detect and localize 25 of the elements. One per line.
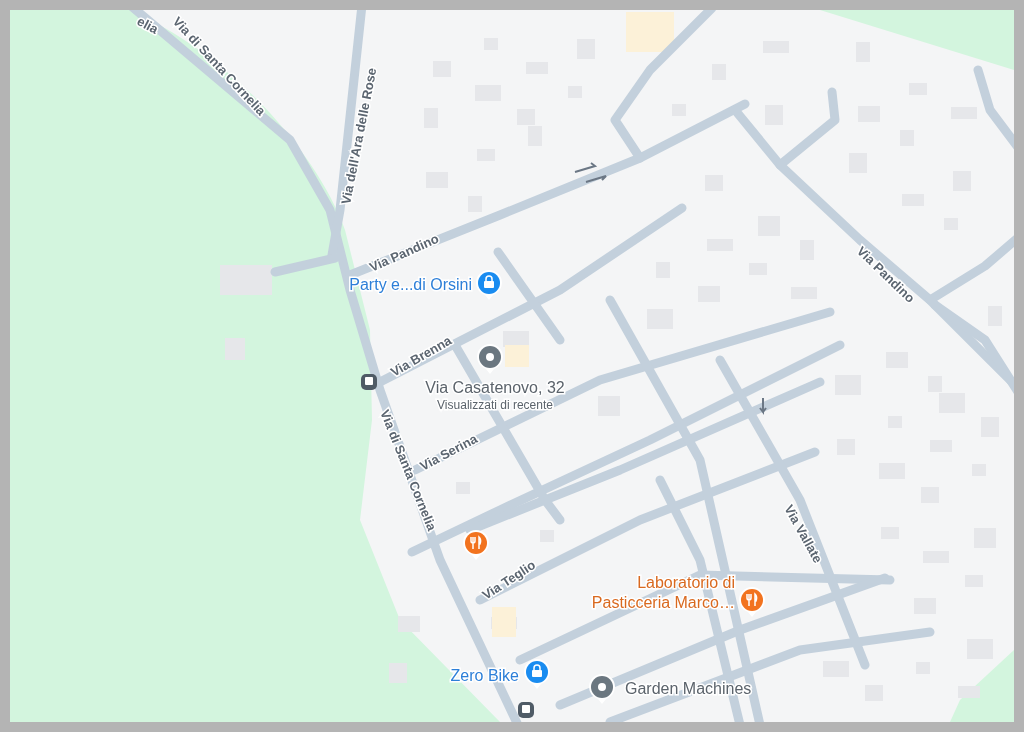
place-name[interactable]: Party e...di Orsini: [349, 276, 472, 293]
fork-knife-pin-icon[interactable]: [739, 587, 765, 617]
place-name[interactable]: Garden Machines: [625, 680, 752, 697]
location-pin-icon[interactable]: [477, 344, 503, 374]
shopping-bag-pin-icon[interactable]: [476, 270, 502, 300]
location-pin-icon[interactable]: [589, 674, 615, 704]
one-way-arrow-icon: [574, 162, 607, 183]
building: [398, 616, 420, 632]
bus-stop-icon[interactable]: [361, 374, 377, 390]
park-area: [950, 650, 1014, 722]
shopping-bag-pin-icon[interactable]: [524, 659, 550, 689]
place-note: Visualizzati di recente: [437, 398, 553, 412]
place-name[interactable]: Zero Bike: [450, 667, 519, 684]
building: [626, 12, 674, 52]
building: [505, 345, 529, 367]
place-name[interactable]: Laboratorio di Pasticceria Marco…: [591, 574, 735, 611]
bus-stop-icon[interactable]: [518, 702, 534, 718]
one-way-arrow-icon: [759, 397, 767, 415]
place-name[interactable]: Via Casatenovo, 32: [425, 379, 565, 396]
fork-knife-pin-icon[interactable]: [463, 530, 489, 560]
building: [958, 686, 980, 698]
street-name: Via dell'Ara delle Rose: [338, 66, 380, 206]
street-name: elia: [134, 13, 161, 37]
building: [492, 607, 516, 637]
building: [220, 265, 272, 295]
